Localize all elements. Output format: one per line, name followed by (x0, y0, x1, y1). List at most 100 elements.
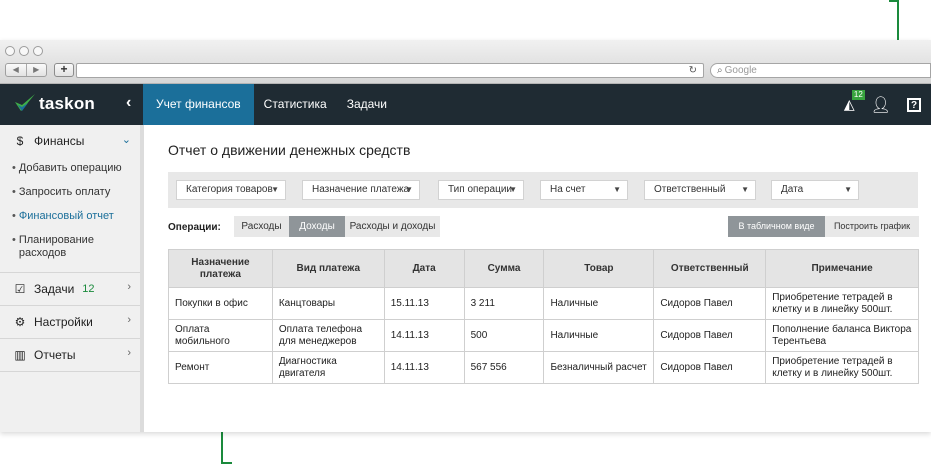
sidebar-subitem-label: Добавить операцию (18, 162, 122, 174)
table-cell: 500 (463, 319, 545, 352)
table-cell: Приобретение тетрадей в клетку и в линей… (765, 287, 919, 320)
column-header[interactable]: Сумма (463, 249, 545, 288)
table-row[interactable]: Оплата мобильного Оплата телефона для ме… (168, 319, 919, 352)
dropdown-arrow-icon: ▼ (271, 185, 279, 194)
table-cell: Наличные (543, 319, 655, 352)
tasks-count: 12 (82, 283, 95, 295)
logo[interactable]: taskon (14, 93, 95, 115)
sidebar-item-settings[interactable]: ⚙ Настройки › (0, 306, 140, 338)
sidebar-item-label: Настройки (34, 315, 93, 329)
filter-purpose[interactable]: Назначение платежа ▼ (302, 180, 420, 200)
forward-icon[interactable]: ▶ (27, 64, 47, 76)
gear-icon: ⚙ (14, 315, 26, 329)
table-cell: Канцтовары (271, 287, 385, 320)
dropdown-arrow-icon: ▼ (613, 185, 621, 194)
window-controls (5, 46, 43, 56)
sidebar-item-label: Отчеты (34, 348, 76, 362)
sidebar-subitem-label: Финансовый отчет (18, 210, 114, 222)
dropdown-arrow-icon: ▼ (405, 185, 413, 194)
checkbox-icon: ☑ (14, 282, 26, 296)
callout-line-bottom-h (221, 462, 232, 464)
sidebar-item-tasks[interactable]: ☑ Задачи 12 › (0, 273, 140, 305)
sidebar-subitem-financial-report[interactable]: • Финансовый отчет (12, 205, 140, 229)
column-header[interactable]: Ответственный (653, 249, 767, 288)
table-cell: 3 211 (463, 287, 545, 320)
column-header[interactable]: Дата (383, 249, 465, 288)
table-cell: 14.11.13 (383, 319, 465, 352)
sidebar-item-label: Задачи (34, 282, 75, 296)
table-cell: Пополнение баланса Виктора Терентьева (765, 319, 919, 352)
build-chart-button[interactable]: Построить график (825, 216, 919, 237)
filter-operation-type[interactable]: Тип операции ▼ (438, 180, 524, 200)
tab-income[interactable]: Доходы (289, 216, 345, 237)
sidebar-item-reports[interactable]: ▥ Отчеты › (0, 339, 140, 371)
minimize-window-button[interactable] (19, 46, 29, 56)
tab-expenses[interactable]: Расходы (234, 216, 289, 237)
sidebar-item-finance[interactable]: $ Финансы ⌄ (0, 125, 140, 157)
dropdown-arrow-icon: ▼ (844, 185, 852, 194)
back-icon[interactable]: ◀ (6, 64, 27, 76)
operations-label: Операции: (168, 222, 221, 233)
tab-finance[interactable]: Учет финансов (143, 84, 254, 125)
sidebar: $ Финансы ⌄ • Добавить операцию • Запросит… (0, 125, 144, 432)
close-window-button[interactable] (5, 46, 15, 56)
filter-bar: Категория товаров ▼ Назначение платежа ▼ Т… (168, 172, 918, 208)
browser-search-input[interactable]: ⌕ Google (710, 63, 931, 78)
sidebar-subitem-request-payment[interactable]: • Запросить оплату (12, 181, 140, 205)
filter-responsible[interactable]: Ответственный ▼ (644, 180, 756, 200)
table-cell: Безналичный расчет (543, 351, 655, 384)
filter-label: На счет (550, 184, 586, 195)
sidebar-section-finance: $ Финансы ⌄ • Добавить операцию • Запросит… (0, 125, 140, 273)
logo-check-icon (14, 93, 36, 115)
finance-submenu: • Добавить операцию • Запросить оплату • Фи… (0, 157, 140, 272)
sidebar-subitem-expense-planning[interactable]: • Планирование расходов (12, 229, 140, 266)
filter-label: Категория товаров (186, 184, 273, 195)
header-actions: ◭ 12 👤︎ ? (844, 84, 921, 125)
dropdown-arrow-icon: ▼ (509, 185, 517, 194)
tab-statistics[interactable]: Статистика (254, 84, 337, 125)
table-cell: Покупки в офис (168, 287, 273, 320)
sidebar-section-settings: ⚙ Настройки › (0, 306, 140, 339)
column-header[interactable]: Вид платежа (271, 249, 385, 288)
sidebar-item-label: Финансы (34, 134, 85, 148)
logo-text: taskon (39, 94, 95, 113)
page-title: Отчет о движении денежных средств (168, 142, 411, 158)
help-icon[interactable]: ? (907, 97, 921, 112)
new-tab-button[interactable]: + (54, 63, 74, 77)
table-row[interactable]: Покупки в офис Канцтовары 15.11.13 3 211… (168, 287, 919, 320)
collapse-sidebar-icon[interactable]: ‹ (126, 94, 131, 112)
table-cell: Наличные (543, 287, 655, 320)
filter-date[interactable]: Дата ▼ (771, 180, 859, 200)
table-cell: Оплата телефона для менеджеров (271, 319, 385, 352)
zoom-window-button[interactable] (33, 46, 43, 56)
sidebar-section-tasks: ☑ Задачи 12 › (0, 273, 140, 306)
filter-label: Назначение платежа (312, 184, 410, 195)
filter-account[interactable]: На счет ▼ (540, 180, 628, 200)
tab-tasks[interactable]: Задачи (337, 84, 397, 125)
table-cell: 567 556 (463, 351, 545, 384)
chevron-right-icon: › (127, 347, 131, 359)
column-header[interactable]: Назначение платежа (168, 249, 273, 288)
table-cell: Сидоров Павел (653, 351, 767, 384)
top-nav: Учет финансов Статистика Задачи (143, 84, 397, 125)
table-cell: 15.11.13 (383, 287, 465, 320)
main-content: Отчет о движении денежных средств Катего… (148, 125, 931, 432)
notifications-button[interactable]: ◭ 12 (844, 90, 865, 113)
browser-search-placeholder: Google (724, 65, 757, 76)
search-icon: ⌕ (717, 65, 723, 76)
sidebar-section-reports: ▥ Отчеты › (0, 339, 140, 372)
chevron-right-icon: › (127, 281, 131, 293)
dropdown-arrow-icon: ▼ (741, 185, 749, 194)
filter-category[interactable]: Категория товаров ▼ (176, 180, 286, 200)
column-header[interactable]: Товар (543, 249, 655, 288)
sidebar-subitem-add-operation[interactable]: • Добавить операцию (12, 157, 140, 181)
address-bar[interactable]: ↻ (76, 63, 704, 78)
table-cell: Сидоров Павел (653, 319, 767, 352)
table-view-button[interactable]: В табличном виде (728, 216, 825, 237)
column-header[interactable]: Примечание (765, 249, 919, 288)
filter-label: Дата (781, 184, 804, 195)
tab-expenses-and-income[interactable]: Расходы и доходы (345, 216, 440, 237)
user-icon[interactable]: 👤︎ (871, 95, 891, 115)
reload-icon[interactable]: ↻ (689, 64, 697, 77)
table-row[interactable]: Ремонт Диагностика двигателя 14.11.13 56… (168, 351, 919, 384)
